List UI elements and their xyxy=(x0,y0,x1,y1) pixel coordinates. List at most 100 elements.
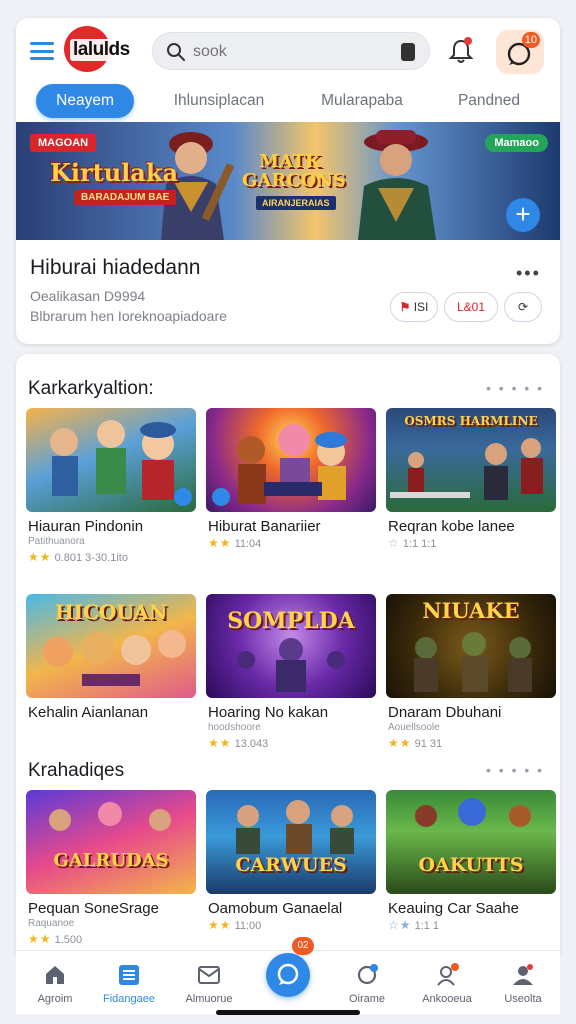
game-title: Dnaram Dbuhani xyxy=(388,704,502,721)
game-rating: ★★ 91 31 xyxy=(388,736,443,750)
chat-badge: 10 xyxy=(521,32,540,48)
game-title: Hiburat Banariier xyxy=(208,518,321,535)
game-thumbnail: OSMRS HARMLINE xyxy=(386,408,556,512)
nav-item-ankooeua[interactable]: Ankooeua xyxy=(408,957,486,1009)
game-title: Reqran kobe lanee xyxy=(388,518,515,535)
info-line-2: Blbrarum hen Ioreknoapiadoare xyxy=(30,308,227,324)
info-line-1: Oealikasan D9994 xyxy=(30,288,146,304)
score-pill[interactable]: L&01 xyxy=(444,292,498,322)
mail-icon xyxy=(198,966,220,984)
tab-ihlunsiplacan[interactable]: Ihlunsiplacan xyxy=(154,84,284,118)
chat-button[interactable]: 10 xyxy=(496,30,544,74)
game-subtitle: Aouellsoole xyxy=(388,722,440,733)
game-rating: ★★ 0.801 3-30.1ito xyxy=(28,550,128,564)
section-2-more-icon[interactable]: • • • • • xyxy=(486,762,544,778)
content-card: Karkarkyaltion: • • • • • Hiauran Pindon… xyxy=(16,354,560,954)
banner-subtitle-center: AIRANJERAIAS xyxy=(256,196,336,210)
star-icon: ★★ xyxy=(388,736,412,750)
game-rating: ☆ 1:1 1:1 xyxy=(388,536,437,550)
search-icon xyxy=(167,43,185,61)
center-badge: 02 xyxy=(292,937,314,955)
game-rating: ★★ 1.500 xyxy=(28,932,83,946)
refresh-icon: ⟳ xyxy=(517,300,529,314)
people-icon xyxy=(437,963,459,986)
game-thumbnail: SOMPLDA xyxy=(206,594,376,698)
app-logo[interactable]: lalulds xyxy=(64,26,136,72)
chat-icon xyxy=(277,963,299,985)
tab-neayem[interactable]: Neayem xyxy=(36,84,134,118)
mic-icon[interactable] xyxy=(401,43,415,61)
notification-dot xyxy=(464,37,472,45)
notification-bell[interactable] xyxy=(446,36,476,66)
banner-tag-left: MAGOAN xyxy=(30,134,97,152)
more-options-icon[interactable]: ••• xyxy=(516,264,541,282)
search-input[interactable] xyxy=(193,41,393,63)
thumbnail-title: OSMRS HARMLINE xyxy=(404,414,538,428)
tab-pandned[interactable]: Pandned xyxy=(444,84,534,118)
tab-bar: Neayem Ihlunsiplacan Mularapaba Pandned xyxy=(16,84,560,124)
tab-mularapaba[interactable]: Mularapaba xyxy=(308,84,416,118)
star-icon: ★★ xyxy=(208,918,232,932)
search-bar[interactable] xyxy=(152,32,430,70)
game-thumbnail: HICOUAN xyxy=(26,594,196,698)
thumbnail-title: SOMPLDA xyxy=(227,608,355,634)
list-icon xyxy=(119,965,139,985)
game-rating: ☆★ 1:1 1 xyxy=(388,918,440,932)
game-subtitle: Raquanoe xyxy=(28,918,75,929)
banner-title-left: Kirtulaka xyxy=(50,158,179,187)
banner-subtitle-left: BARADAJUM BAE xyxy=(74,190,177,205)
game-title: Pequan SoneSrage xyxy=(28,900,159,917)
game-thumbnail: GALRUDAS xyxy=(26,790,196,894)
banner-title-center: MATK GARCONS xyxy=(242,151,346,191)
game-rating: ★★ 11:04 xyxy=(208,536,262,550)
home-indicator xyxy=(216,1010,360,1015)
thumbnail-title: HICOUAN xyxy=(54,600,168,624)
verified-badge-icon xyxy=(212,488,230,506)
game-title: Hoaring No kakan xyxy=(208,704,329,721)
thumbnail-title: OAKUTTS xyxy=(418,854,524,876)
info-title: Hiburai hiadedann xyxy=(30,256,201,279)
thumbnail-title: CARWUES xyxy=(235,854,347,876)
nav-item-useolta[interactable]: Useolta xyxy=(484,957,562,1009)
home-icon xyxy=(46,966,64,984)
nav-item-oirame[interactable]: Oirame xyxy=(328,957,406,1009)
game-thumbnail: OAKUTTS xyxy=(386,790,556,894)
game-rating: ★★ 13.043 xyxy=(208,736,269,750)
game-title: Keauing Car Saahe xyxy=(388,900,519,917)
section-title-2: Krahadiqes xyxy=(28,760,125,781)
star-icon: ★★ xyxy=(28,550,52,564)
game-subtitle: Patithuanora xyxy=(28,536,85,547)
section-title-1: Karkarkyaltion: xyxy=(28,378,154,399)
game-rating: ★★ 11:00 xyxy=(208,918,262,932)
star-icon: ☆★ xyxy=(388,918,412,932)
game-title: Kehalin Aianlanan xyxy=(28,704,149,721)
game-title: Oamobum Ganaelal xyxy=(208,900,343,917)
menu-icon[interactable] xyxy=(30,42,54,60)
thumbnail-title: NIUAKE xyxy=(422,598,520,623)
refresh-pill[interactable]: ⟳ xyxy=(504,292,542,322)
star-icon: ☆ xyxy=(388,536,400,550)
verified-badge-icon xyxy=(174,488,192,506)
refresh-icon xyxy=(357,964,378,985)
game-thumbnail: CARWUES xyxy=(206,790,376,894)
star-icon: ★★ xyxy=(208,536,232,550)
hero-banner[interactable]: MAGOAN Kirtulaka BARADAJUM BAE MATK GARC… xyxy=(16,122,560,240)
share-pill[interactable]: ⚑ ISI xyxy=(390,292,438,322)
center-chat-button[interactable]: 02 xyxy=(266,937,314,997)
logo-text: lalulds xyxy=(70,39,133,61)
bottom-nav: Agroim Fidangaee Almuorue 02 Oirame Anko… xyxy=(16,937,562,1014)
section-1-more-icon[interactable]: • • • • • xyxy=(486,380,544,396)
nav-item-fidangaee[interactable]: Fidangaee xyxy=(90,957,168,1009)
banner-tag-right: Mamaoo xyxy=(485,134,548,152)
profile-icon xyxy=(513,964,533,985)
game-title: Hiauran Pindonin xyxy=(28,518,144,535)
app-header: lalulds 10 xyxy=(16,18,560,84)
game-thumbnail xyxy=(206,408,376,512)
star-icon: ★★ xyxy=(208,736,232,750)
add-button[interactable]: + xyxy=(506,198,540,232)
flag-icon: ⚑ xyxy=(399,300,411,314)
nav-item-agroim[interactable]: Agroim xyxy=(16,957,94,1009)
game-subtitle: hoodshoore xyxy=(208,722,261,733)
nav-item-almuorue[interactable]: Almuorue xyxy=(170,957,248,1009)
top-card: lalulds 10 Neayem Ihlunsiplacan Mularapa… xyxy=(16,18,560,344)
